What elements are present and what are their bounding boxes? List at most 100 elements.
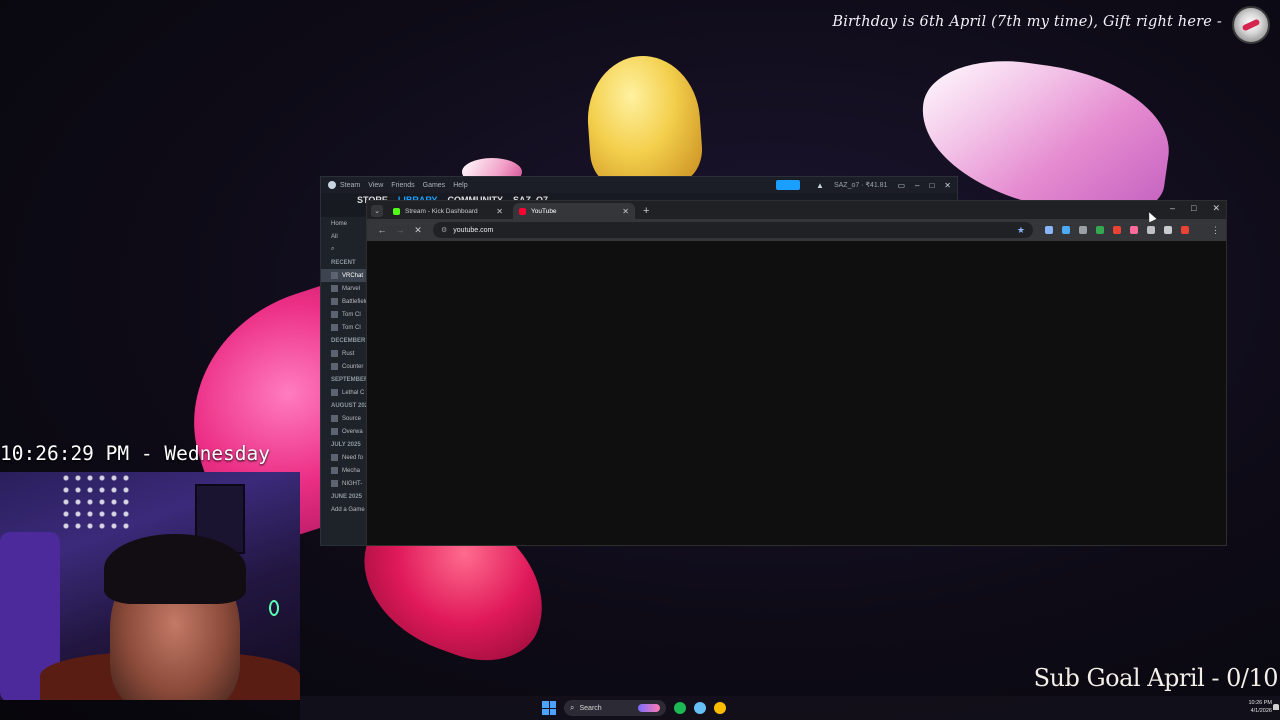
monitor-icon[interactable]: ▭	[897, 181, 905, 190]
forward-icon[interactable]: →	[391, 225, 409, 235]
bookmark-star-icon[interactable]: ★	[1017, 225, 1025, 236]
minimize-icon[interactable]: –	[1170, 203, 1175, 214]
spotify-icon[interactable]	[674, 702, 686, 714]
steam-menu-friends[interactable]: Friends	[391, 182, 414, 189]
maximize-icon[interactable]: □	[1191, 203, 1196, 214]
sub-goal-text: Sub Goal April - 0/10	[1033, 664, 1279, 692]
extension-icon[interactable]	[1181, 226, 1189, 234]
steam-icon[interactable]	[694, 702, 706, 714]
kick-favicon-icon	[393, 207, 400, 215]
game-icon	[331, 389, 338, 396]
game-icon	[331, 324, 338, 331]
taskbar-center: ⌕ Search	[542, 700, 726, 716]
steam-announcement-button[interactable]	[776, 180, 801, 190]
extension-icon[interactable]	[1045, 226, 1053, 234]
chrome-toolbar: ← → ✕ ⚙ youtube.com ★ ⋮	[367, 219, 1226, 241]
extension-icon[interactable]	[1147, 226, 1155, 234]
birthday-banner: Birthday is 6th April (7th my time), Gif…	[832, 14, 1222, 30]
extension-icon[interactable]	[1096, 226, 1104, 234]
library-game[interactable]: Need fo	[321, 451, 371, 464]
extension-icon[interactable]	[1062, 226, 1070, 234]
close-icon[interactable]: ✕	[944, 181, 951, 190]
chrome-window-controls: – □ ✕	[1170, 203, 1220, 214]
library-game[interactable]: Lethal C	[321, 386, 371, 399]
new-tab-icon[interactable]: +	[643, 205, 649, 217]
game-icon	[331, 467, 338, 474]
game-icon	[331, 298, 338, 305]
chrome-icon[interactable]	[714, 702, 726, 714]
game-icon	[331, 285, 338, 292]
steam-titlebar: Steam View Friends Games Help ▲ SAZ_o7 ·…	[321, 177, 957, 193]
steam-menu-games[interactable]: Games	[423, 182, 446, 189]
url-text: youtube.com	[453, 226, 494, 234]
library-section[interactable]: JUNE 2025	[321, 490, 371, 503]
steam-home[interactable]: Home	[321, 217, 371, 230]
webcam-lights	[60, 472, 130, 532]
extension-icon[interactable]	[1113, 226, 1121, 234]
library-game[interactable]: Mecha	[321, 464, 371, 477]
add-game-button[interactable]: Add a Game	[321, 503, 371, 516]
library-section[interactable]: AUGUST 2025	[321, 399, 371, 412]
steam-menu-help[interactable]: Help	[453, 182, 467, 189]
steam-user-menu[interactable]: SAZ_o7 · ₹41.81	[834, 181, 887, 189]
desktop: Birthday is 6th April (7th my time), Gif…	[0, 0, 1280, 720]
tab-strip: ⌄ Stream - Kick Dashboard ✕ YouTube ✕ + …	[367, 201, 1226, 219]
page-content-loading[interactable]	[367, 241, 1226, 545]
webcam-feed	[0, 472, 300, 700]
library-game[interactable]: NIGHT-	[321, 477, 371, 490]
windows-start-icon[interactable]	[542, 701, 556, 715]
steam-filter[interactable]: All	[321, 230, 371, 243]
steam-menu-steam[interactable]: Steam	[340, 182, 360, 189]
back-icon[interactable]: ←	[373, 225, 391, 235]
steam-menu-view[interactable]: View	[368, 182, 383, 189]
youtube-favicon-icon	[519, 207, 526, 215]
bell-icon[interactable]: ▲	[816, 181, 824, 190]
tab-search-icon[interactable]: ⌄	[371, 205, 383, 217]
library-game[interactable]: Battlefield	[321, 295, 371, 308]
tab-youtube[interactable]: YouTube ✕	[513, 203, 635, 219]
library-game[interactable]: VRChat	[321, 269, 371, 282]
chrome-menu-icon[interactable]: ⋮	[1211, 225, 1220, 236]
library-section[interactable]: JULY 2025	[321, 438, 371, 451]
library-game[interactable]: Marvel	[321, 282, 371, 295]
library-game[interactable]: Tom Cl	[321, 308, 371, 321]
game-icon	[331, 272, 338, 279]
webcam-hair	[104, 534, 246, 604]
maximize-icon[interactable]: □	[929, 181, 934, 190]
library-section[interactable]: DECEMBER	[321, 334, 371, 347]
chrome-window[interactable]: ⌄ Stream - Kick Dashboard ✕ YouTube ✕ + …	[366, 200, 1227, 546]
game-icon	[331, 350, 338, 357]
extension-icon[interactable]	[1130, 226, 1138, 234]
stop-loading-icon[interactable]: ✕	[409, 225, 427, 236]
stream-clock: 10:26:29 PM - Wednesday	[0, 442, 271, 465]
wallpaper-yellow-shape	[583, 52, 705, 190]
game-icon	[331, 363, 338, 370]
library-game[interactable]: Overwa	[321, 425, 371, 438]
library-game[interactable]: Source	[321, 412, 371, 425]
steam-library-sidebar: Home All ⌕ RECENT VRChat Marvel Battlefi…	[321, 217, 371, 545]
tab-kick-dashboard[interactable]: Stream - Kick Dashboard ✕	[387, 203, 509, 219]
close-icon[interactable]: ✕	[1212, 203, 1220, 214]
library-section[interactable]: RECENT	[321, 256, 371, 269]
site-info-icon[interactable]: ⚙	[441, 226, 447, 234]
extension-icon[interactable]	[1079, 226, 1087, 234]
taskbar-search[interactable]: ⌕ Search	[564, 700, 666, 716]
address-bar[interactable]: ⚙ youtube.com ★	[433, 222, 1033, 238]
game-icon	[331, 428, 338, 435]
extensions-bar	[1045, 226, 1189, 234]
library-section[interactable]: SEPTEMBER	[321, 373, 371, 386]
search-highlight-icon	[638, 704, 660, 712]
extension-icon[interactable]	[1164, 226, 1172, 234]
library-game[interactable]: Tom Cl	[321, 321, 371, 334]
minimize-icon[interactable]: –	[915, 181, 919, 190]
library-game[interactable]: Counter	[321, 360, 371, 373]
system-clock[interactable]: 10:26 PM 4/1/2026	[1248, 699, 1272, 715]
headset-light	[269, 600, 279, 616]
tab-close-icon[interactable]: ✕	[622, 207, 629, 216]
notification-icon[interactable]	[1273, 704, 1279, 710]
library-game[interactable]: Rust	[321, 347, 371, 360]
game-icon	[331, 415, 338, 422]
search-icon[interactable]: ⌕	[321, 243, 371, 256]
tab-close-icon[interactable]: ✕	[496, 207, 503, 216]
game-icon	[331, 480, 338, 487]
